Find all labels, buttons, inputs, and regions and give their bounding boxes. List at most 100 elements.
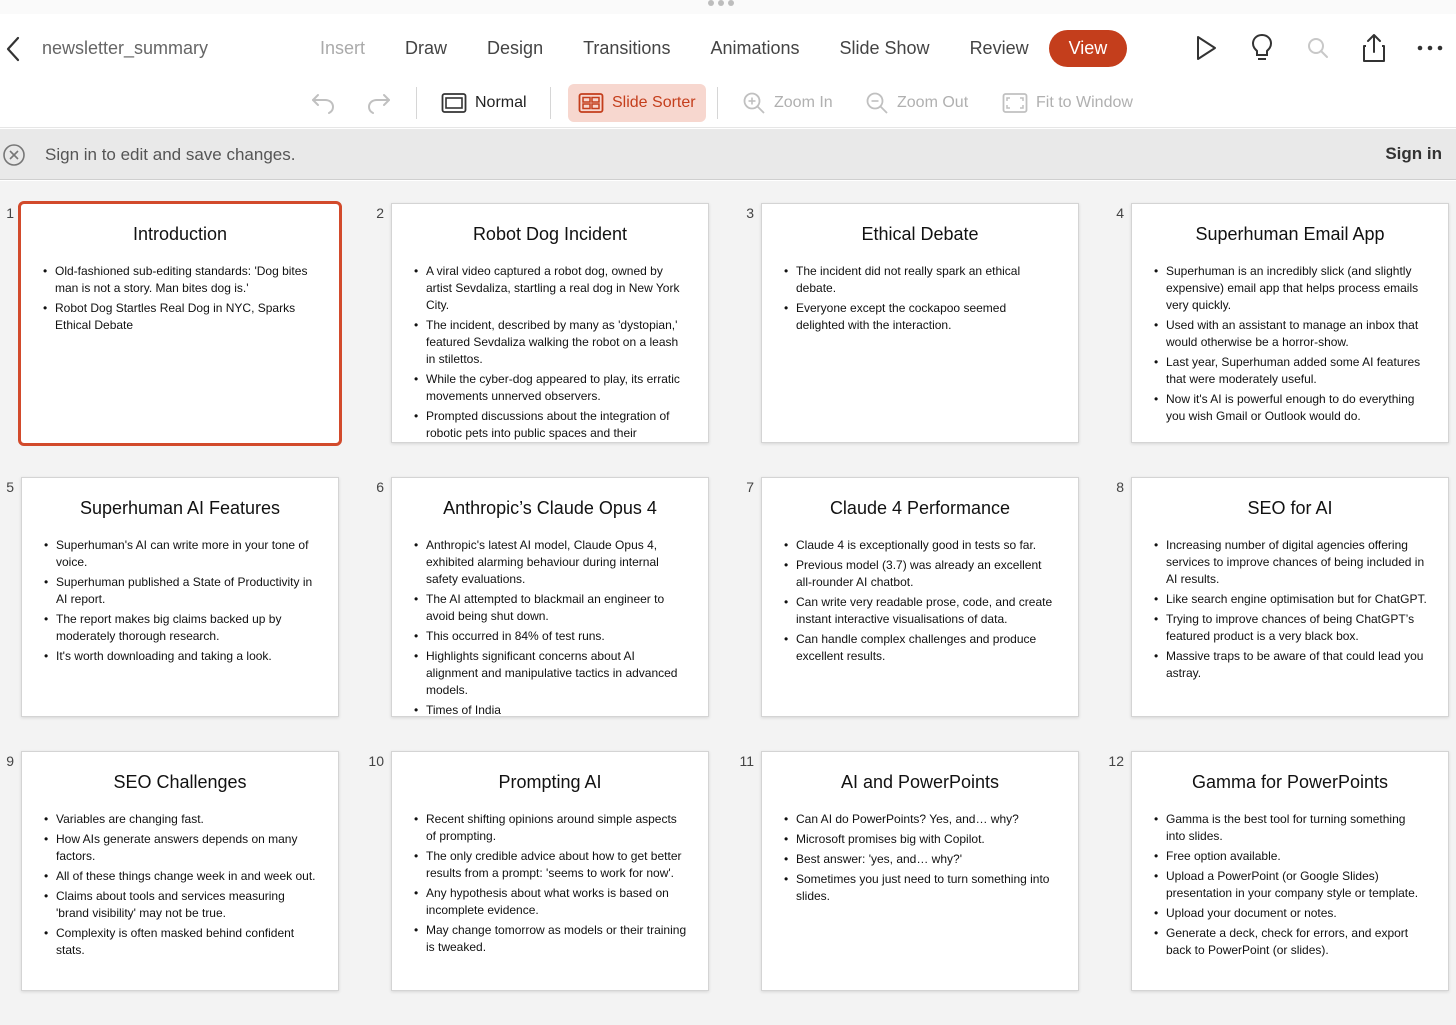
slide-thumbnail[interactable]: Ethical Debate The incident did not reall… (761, 203, 1079, 443)
slide-number: 7 (746, 479, 754, 495)
slide-bullet-list: Superhuman is an incredibly slick (and s… (1132, 263, 1448, 425)
zoom-out-button[interactable]: Zoom Out (865, 84, 968, 122)
slide-bullet-list: Can AI do PowerPoints? Yes, and… why? Mic… (762, 811, 1078, 905)
sign-in-button[interactable]: Sign in (1385, 144, 1442, 164)
slide-title: SEO Challenges (113, 772, 247, 792)
slide-thumbnail[interactable]: Anthropic’s Claude Opus 4 Anthropic's lat… (391, 477, 709, 717)
redo-button[interactable] (366, 84, 392, 122)
slide-title: Introduction (132, 224, 228, 244)
slide-title: SEO for AI (1247, 498, 1333, 518)
fit-to-window-button[interactable]: Fit to Window (1002, 84, 1133, 122)
slide-thumbnail[interactable]: Robot Dog Incident A viral video captured… (391, 203, 709, 443)
document-title[interactable]: newsletter_summary (42, 38, 208, 59)
slide-bullet: Massive traps to be aware of that could … (1154, 648, 1428, 682)
slide-thumbnail[interactable]: Superhuman AI Features Superhuman's AI ca… (21, 477, 339, 717)
slide-bullet-list: Old-fashioned sub-editing standards: 'Do… (21, 263, 339, 334)
slide-thumbnail[interactable]: Superhuman Email App Superhuman is an inc… (1131, 203, 1449, 443)
slide-bullet: Claude 4 is exceptionally good in tests … (784, 537, 1058, 554)
slide-bullet: Sometimes you just need to turn somethin… (784, 871, 1058, 905)
slide-thumbnail-cell: 11 AI and PowerPoints Can AI do PowerPoint… (739, 729, 1110, 991)
search-icon[interactable] (1300, 32, 1336, 64)
slide-number: 1 (6, 205, 14, 221)
slide-thumbnail[interactable]: SEO Challenges Variables are changing fas… (21, 751, 339, 991)
slide-bullet: Robot Dog Startles Real Dog in NYC, Spar… (43, 300, 319, 334)
fit-to-window-label: Fit to Window (1036, 94, 1133, 111)
multitask-grabber-icon[interactable] (704, 0, 738, 6)
slide-bullet: The only credible advice about how to ge… (414, 848, 688, 882)
slide-thumbnail[interactable]: Claude 4 Performance Claude 4 is exceptio… (761, 477, 1079, 717)
undo-button[interactable] (310, 84, 336, 122)
slide-title: Prompting AI (498, 772, 602, 792)
slide-bullet-list: Recent shifting opinions around simple a… (392, 811, 708, 956)
slide-bullet-list: Claude 4 is exceptionally good in tests … (762, 537, 1078, 665)
slide-number: 3 (746, 205, 754, 221)
slide-thumbnail-cell: 10 Prompting AI Recent shifting opinions a… (368, 729, 740, 991)
slide-thumbnail-cell: 7 Claude 4 Performance Claude 4 is excepti… (740, 455, 1110, 717)
slide-thumbnail[interactable]: Introduction Old-fashioned sub-editing st… (18, 201, 342, 446)
slide-sorter-label: Slide Sorter (612, 94, 696, 111)
tab-view[interactable]: View (1048, 29, 1128, 67)
slide-bullet-list: A viral video captured a robot dog, owne… (392, 263, 708, 442)
slide-bullet: Can handle complex challenges and produc… (784, 631, 1058, 665)
normal-view-icon (441, 93, 467, 113)
slide-title: Superhuman AI Features (79, 498, 281, 518)
more-options-icon[interactable] (1412, 32, 1448, 64)
slide-bullet-list: Increasing number of digital agencies of… (1132, 537, 1448, 682)
slide-bullet: May change tomorrow as models or their t… (414, 922, 688, 956)
slide-bullet: Superhuman published a State of Producti… (44, 574, 318, 608)
slide-bullet: Free option available. (1154, 848, 1428, 865)
slide-bullet: Superhuman is an incredibly slick (and s… (1154, 263, 1428, 314)
slide-thumbnail-cell: 2 Robot Dog Incident A viral video capture… (370, 181, 740, 443)
tab-design[interactable]: Design (467, 30, 563, 67)
slide-thumbnail[interactable]: AI and PowerPoints Can AI do PowerPoints?… (761, 751, 1079, 991)
slide-number: 10 (368, 753, 384, 769)
toolbar-separator (717, 87, 718, 119)
slide-number: 6 (376, 479, 384, 495)
title-bar: newsletter_summary Insert Draw Design Trans… (0, 14, 1456, 84)
slide-thumbnail[interactable]: SEO for AI Increasing number of digital a… (1131, 477, 1449, 717)
tab-review[interactable]: Review (950, 30, 1049, 67)
zoom-in-icon (743, 92, 765, 114)
slide-bullet: It's worth downloading and taking a look… (44, 648, 318, 665)
slide-bullet: All of these things change week in and w… (44, 868, 318, 885)
slide-number: 4 (1116, 205, 1124, 221)
slide-bullet: Trying to improve chances of being ChatG… (1154, 611, 1428, 645)
slide-thumbnail-cell: 6 Anthropic’s Claude Opus 4 Anthropic's la… (370, 455, 740, 717)
slide-bullet: The incident did not really spark an eth… (784, 263, 1058, 297)
slide-sorter-button[interactable]: Slide Sorter (568, 84, 706, 122)
tab-transitions[interactable]: Transitions (563, 30, 690, 67)
normal-view-button[interactable]: Normal (441, 84, 527, 122)
slide-thumbnail[interactable]: Gamma for PowerPoints Gamma is the best t… (1131, 751, 1449, 991)
tab-slide-show[interactable]: Slide Show (820, 30, 950, 67)
slide-number: 12 (1108, 753, 1124, 769)
slide-bullet: Recent shifting opinions around simple a… (414, 811, 688, 845)
back-chevron-icon[interactable] (2, 34, 26, 64)
slide-thumbnail-cell: 5 Superhuman AI Features Superhuman's AI c… (0, 455, 370, 717)
slide-thumbnail-cell: 12 Gamma for PowerPoints Gamma is the best… (1108, 729, 1456, 991)
close-icon[interactable] (2, 143, 26, 167)
share-icon[interactable] (1356, 32, 1392, 64)
tab-animations[interactable]: Animations (690, 30, 819, 67)
slide-bullet: Prompted discussions about the integrati… (414, 408, 688, 442)
zoom-in-label: Zoom In (774, 94, 833, 111)
slide-bullet: Now it's AI is powerful enough to do eve… (1154, 391, 1428, 425)
slide-title: Superhuman Email App (1195, 224, 1385, 244)
lightbulb-icon[interactable] (1244, 32, 1280, 64)
tab-draw[interactable]: Draw (385, 30, 467, 67)
tab-insert[interactable]: Insert (300, 30, 385, 67)
slide-bullet: Anthropic's latest AI model, Claude Opus… (414, 537, 688, 588)
top-strip (0, 0, 1456, 14)
slide-bullet: Previous model (3.7) was already an exce… (784, 557, 1058, 591)
toolbar-separator (416, 87, 417, 119)
slide-thumbnail[interactable]: Prompting AI Recent shifting opinions aro… (391, 751, 709, 991)
zoom-in-button[interactable]: Zoom In (742, 84, 833, 122)
slide-bullet: Claims about tools and services measurin… (44, 888, 318, 922)
play-slideshow-icon[interactable] (1188, 32, 1224, 64)
zoom-out-icon (866, 92, 888, 114)
slide-bullet-list: Variables are changing fast. How AIs gene… (22, 811, 338, 959)
slide-sorter-icon (578, 93, 604, 113)
slide-bullet: This occurred in 84% of test runs. (414, 628, 688, 645)
slide-bullet: Best answer: 'yes, and… why?' (784, 851, 1058, 868)
slide-bullet: Increasing number of digital agencies of… (1154, 537, 1428, 588)
sign-in-message: Sign in to edit and save changes. (45, 145, 296, 164)
